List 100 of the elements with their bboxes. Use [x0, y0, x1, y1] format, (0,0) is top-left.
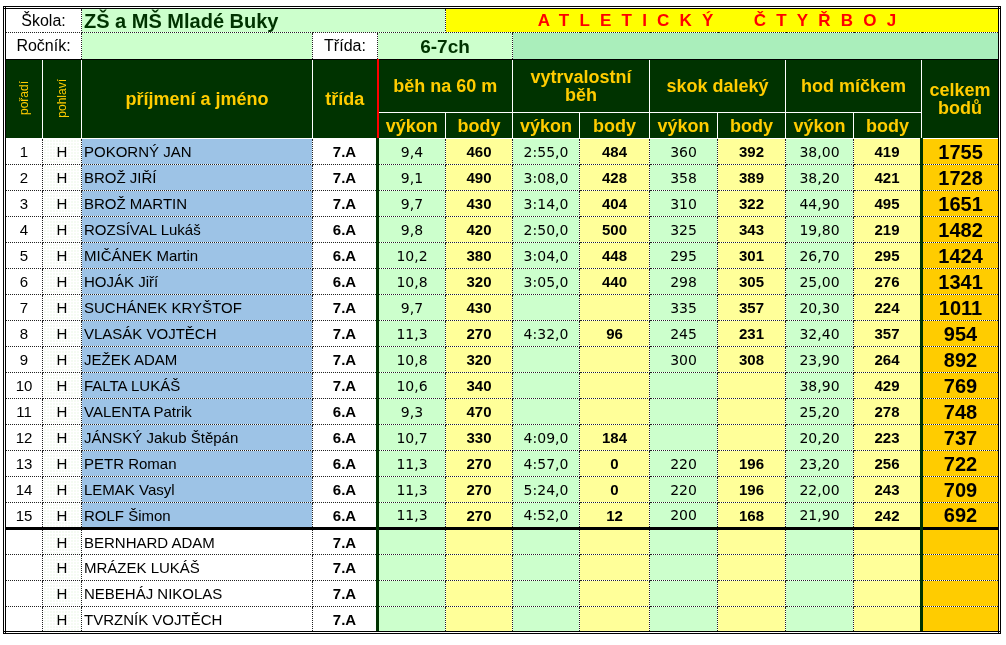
- table-cell: 21,90: [785, 502, 854, 529]
- table-cell: 392: [717, 138, 786, 165]
- table-cell: 10,8: [377, 346, 446, 373]
- table-cell: 428: [579, 164, 650, 191]
- table-cell: [445, 580, 513, 607]
- table-cell: BROŽ JIŘÍ: [81, 164, 313, 191]
- table-cell: [649, 554, 718, 581]
- table-cell: H: [42, 450, 82, 477]
- table-cell: 360: [649, 138, 718, 165]
- table-cell: 9,8: [377, 216, 446, 243]
- table-cell: 9,1: [377, 164, 446, 191]
- table-cell: [579, 346, 650, 373]
- table-cell: 242: [853, 502, 922, 529]
- table-cell: VALENTA Patrik: [81, 398, 313, 425]
- column-header: vytrvalostní běh: [512, 59, 650, 113]
- table-cell: 500: [579, 216, 650, 243]
- table-cell: H: [42, 268, 82, 295]
- table-cell: 295: [853, 242, 922, 269]
- table-cell: H: [42, 528, 82, 555]
- table-cell: 224: [853, 294, 922, 321]
- table-cell: 430: [445, 294, 513, 321]
- table-cell: 243: [853, 476, 922, 503]
- table-cell: 470: [445, 398, 513, 425]
- table-cell: BROŽ MARTIN: [81, 190, 313, 217]
- table-cell: [853, 554, 922, 581]
- table-cell: [512, 294, 580, 321]
- table-cell: 11,3: [377, 320, 446, 347]
- class-label: Třída:: [312, 32, 378, 60]
- table-cell: 223: [853, 424, 922, 451]
- table-cell: 1011: [921, 294, 1000, 321]
- table-cell: 231: [717, 320, 786, 347]
- table-cell: 954: [921, 320, 1000, 347]
- table-cell: 25,00: [785, 268, 854, 295]
- table-cell: 11,3: [377, 450, 446, 477]
- table-cell: [579, 528, 650, 555]
- table-cell: 305: [717, 268, 786, 295]
- table-cell: [649, 580, 718, 607]
- table-cell: 196: [717, 476, 786, 503]
- table-cell: 419: [853, 138, 922, 165]
- table-cell: 380: [445, 242, 513, 269]
- school-name: ZŠ a MŠ Mladé Buky: [81, 7, 446, 33]
- table-cell: 11,3: [377, 476, 446, 503]
- table-cell: [579, 554, 650, 581]
- table-cell: 1651: [921, 190, 1000, 217]
- table-cell: [717, 580, 786, 607]
- table-cell: 340: [445, 372, 513, 399]
- table-cell: H: [42, 502, 82, 529]
- table-cell: 8: [4, 320, 43, 347]
- table-cell: 10,2: [377, 242, 446, 269]
- table-cell: VLASÁK VOJTĚCH: [81, 320, 313, 347]
- table-cell: 12: [4, 424, 43, 451]
- table-cell: 484: [579, 138, 650, 165]
- table-cell: 184: [579, 424, 650, 451]
- table-cell: [445, 528, 513, 555]
- table-cell: 421: [853, 164, 922, 191]
- table-cell: [717, 398, 786, 425]
- table-cell: 320: [445, 346, 513, 373]
- table-cell: 13: [4, 450, 43, 477]
- table-cell: PETR Roman: [81, 450, 313, 477]
- sheet-title: ATLETICKÝ ČTYŘBOJ: [445, 7, 1000, 33]
- table-cell: 322: [717, 190, 786, 217]
- column-header: příjmení a jméno: [81, 59, 313, 139]
- table-cell: 4:32,0: [512, 320, 580, 347]
- table-cell: 9: [4, 346, 43, 373]
- column-header: výkon: [785, 112, 854, 139]
- table-cell: [512, 372, 580, 399]
- table-cell: [649, 398, 718, 425]
- table-cell: POKORNÝ JAN: [81, 138, 313, 165]
- table-cell: 38,20: [785, 164, 854, 191]
- table-cell: 295: [649, 242, 718, 269]
- table-cell: [717, 424, 786, 451]
- table-cell: H: [42, 554, 82, 581]
- table-cell: 1755: [921, 138, 1000, 165]
- table-cell: H: [42, 398, 82, 425]
- table-cell: ROLF Šimon: [81, 502, 313, 529]
- table-cell: 5:24,0: [512, 476, 580, 503]
- table-cell: 25,20: [785, 398, 854, 425]
- table-cell: 335: [649, 294, 718, 321]
- table-cell: HOJÁK Jiří: [81, 268, 313, 295]
- table-cell: 23,90: [785, 346, 854, 373]
- table-cell: 358: [649, 164, 718, 191]
- table-cell: [853, 606, 922, 633]
- column-header: výkon: [649, 112, 718, 139]
- table-cell: H: [42, 424, 82, 451]
- table-cell: 3:04,0: [512, 242, 580, 269]
- table-cell: [785, 606, 854, 633]
- table-cell: 38,90: [785, 372, 854, 399]
- table-cell: 220: [649, 476, 718, 503]
- table-cell: 9,4: [377, 138, 446, 165]
- column-header: výkon: [512, 112, 580, 139]
- table-cell: 420: [445, 216, 513, 243]
- table-cell: 0: [579, 450, 650, 477]
- table-cell: 2: [4, 164, 43, 191]
- table-cell: [445, 606, 513, 633]
- table-cell: 10,8: [377, 268, 446, 295]
- table-cell: 32,40: [785, 320, 854, 347]
- table-cell: [445, 554, 513, 581]
- table-cell: [512, 580, 580, 607]
- table-cell: 692: [921, 502, 1000, 529]
- table-cell: 10: [4, 372, 43, 399]
